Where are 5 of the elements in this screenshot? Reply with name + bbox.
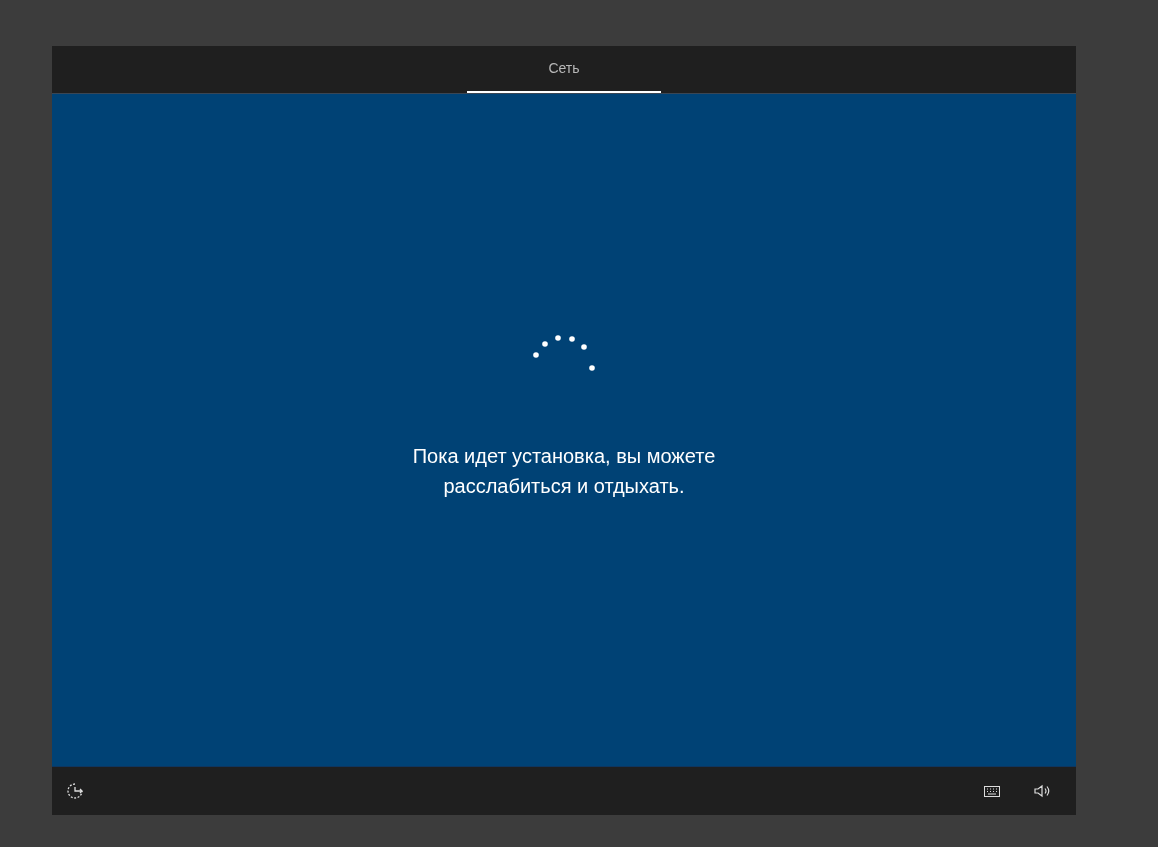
keyboard-icon[interactable] bbox=[984, 785, 1000, 797]
loading-spinner-icon bbox=[533, 335, 595, 373]
accessibility-icon[interactable] bbox=[66, 782, 84, 800]
speaker-icon[interactable] bbox=[1034, 784, 1050, 798]
status-message: Пока идет установка, вы можете расслабиться и отдыхать. bbox=[411, 444, 717, 499]
